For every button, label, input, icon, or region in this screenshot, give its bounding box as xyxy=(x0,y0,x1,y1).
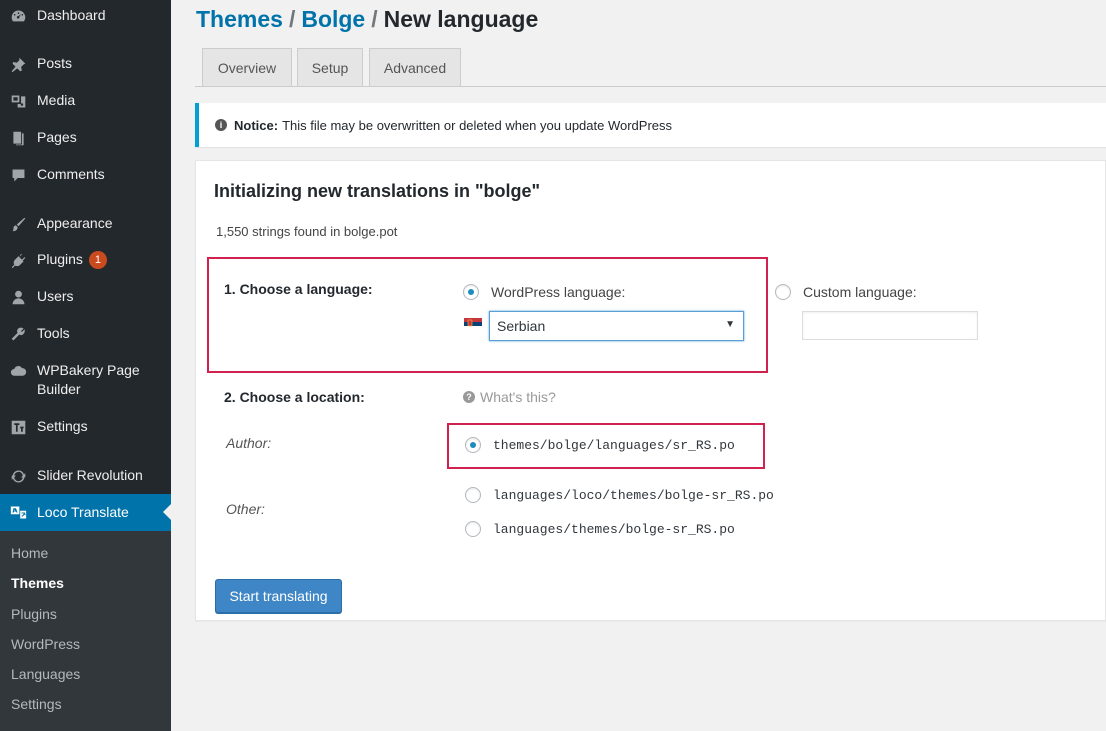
wordpress-language-option[interactable]: WordPress language: xyxy=(463,284,625,300)
notice-title: Notice: xyxy=(234,117,279,133)
sidebar-item-label: Posts xyxy=(37,55,73,71)
wordpress-language-radio[interactable] xyxy=(463,284,479,300)
sidebar-item-appearance[interactable]: Appearance xyxy=(0,214,171,234)
sidebar-item-label: Settings xyxy=(37,418,88,434)
submenu-item-settings[interactable]: Settings xyxy=(11,696,62,712)
sidebar-item-label: Appearance xyxy=(37,215,113,231)
location-path: themes/bolge/languages/sr_RS.po xyxy=(493,437,735,453)
wordpress-language-label: WordPress language: xyxy=(491,284,626,300)
brush-icon xyxy=(8,214,28,234)
tab-advanced[interactable]: Advanced xyxy=(369,48,461,87)
submenu-item-plugins[interactable]: Plugins xyxy=(11,606,57,622)
whats-this-link[interactable]: ? What's this? xyxy=(463,389,556,405)
main-content: Themes / Bolge / New language Overview Setup… xyxy=(171,0,1106,731)
settings-icon xyxy=(8,417,28,437)
sidebar-item-label: Slider Revolution xyxy=(37,467,143,483)
custom-language-radio[interactable] xyxy=(775,284,791,300)
sidebar-item-label: Media xyxy=(37,92,76,108)
sidebar-item-media[interactable]: Media xyxy=(0,91,171,111)
new-language-panel: Initializing new translations in "bolge"… xyxy=(195,160,1106,621)
refresh-icon xyxy=(8,466,28,486)
pages-icon xyxy=(8,128,28,148)
choose-location-label: 2. Choose a location: xyxy=(224,389,365,405)
media-icon xyxy=(8,91,28,111)
location-radio-languages[interactable] xyxy=(465,521,481,537)
tab-overview[interactable]: Overview xyxy=(202,48,292,87)
panel-heading: Initializing new translations in "bolge" xyxy=(214,181,541,201)
submenu-item-themes[interactable]: Themes xyxy=(11,575,64,591)
cloud-icon xyxy=(8,361,28,381)
language-select-value: Serbian xyxy=(497,318,546,334)
strings-found-text: 1,550 strings found in bolge.pot xyxy=(216,224,398,239)
sidebar-item-wpbakery[interactable]: WPBakery Page Builder xyxy=(0,361,171,399)
help-icon: ? xyxy=(463,391,475,403)
choose-language-label: 1. Choose a language: xyxy=(224,281,373,297)
info-icon: i xyxy=(215,119,227,131)
page-title: Themes / Bolge / New language xyxy=(196,6,538,33)
wrench-icon xyxy=(8,324,28,344)
active-indicator xyxy=(163,504,171,520)
sidebar-item-dashboard[interactable]: Dashboard xyxy=(0,6,171,26)
sidebar-item-label: Pages xyxy=(37,129,77,145)
pin-icon xyxy=(8,54,28,74)
other-label: Other: xyxy=(226,501,265,517)
sidebar-item-posts[interactable]: Posts xyxy=(0,54,171,74)
sidebar-item-label: WPBakery Page Builder xyxy=(37,362,140,397)
sidebar-item-users[interactable]: Users xyxy=(0,287,171,307)
submenu-item-home[interactable]: Home xyxy=(11,545,48,561)
sidebar-item-label: Comments xyxy=(37,166,105,182)
chevron-down-icon: ▼ xyxy=(725,319,735,330)
start-translating-button[interactable]: Start translating xyxy=(215,579,342,613)
location-path: languages/loco/themes/bolge-sr_RS.po xyxy=(493,487,774,503)
sidebar-item-comments[interactable]: Comments xyxy=(0,165,171,185)
sidebar-item-settings[interactable]: Settings xyxy=(0,417,171,437)
whats-this-text: What's this? xyxy=(480,389,556,405)
submenu-item-languages[interactable]: Languages xyxy=(11,666,80,682)
breadcrumb-bolge[interactable]: Bolge xyxy=(301,6,365,32)
notice-text: This file may be overwritten or deleted … xyxy=(282,117,673,133)
location-option-loco[interactable]: languages/loco/themes/bolge-sr_RS.po xyxy=(465,487,774,503)
comment-icon xyxy=(8,165,28,185)
tab-setup[interactable]: Setup xyxy=(297,48,363,87)
breadcrumb-separator: / xyxy=(371,6,378,32)
sidebar-item-tools[interactable]: Tools xyxy=(0,324,171,344)
dashboard-icon xyxy=(8,6,28,26)
location-radio-author[interactable] xyxy=(465,437,481,453)
custom-language-input[interactable] xyxy=(802,311,978,340)
language-select[interactable]: Serbian ▼ xyxy=(489,311,744,341)
sidebar-item-label: Loco Translate xyxy=(37,504,129,520)
sidebar-item-label: Plugins 1 xyxy=(37,250,107,270)
location-option-languages[interactable]: languages/themes/bolge-sr_RS.po xyxy=(465,521,735,537)
author-label: Author: xyxy=(226,435,272,451)
plugin-update-badge: 1 xyxy=(88,251,107,270)
sidebar-item-plugins[interactable]: Plugins 1 xyxy=(0,250,171,270)
location-option-author[interactable]: themes/bolge/languages/sr_RS.po xyxy=(465,437,735,453)
plug-icon xyxy=(8,250,28,270)
translate-icon xyxy=(8,503,28,523)
submenu-item-wordpress[interactable]: WordPress xyxy=(11,636,80,652)
sidebar-item-slider-revolution[interactable]: Slider Revolution xyxy=(0,466,171,486)
tabs-divider xyxy=(195,86,1106,87)
sidebar-item-label: Tools xyxy=(37,325,70,341)
location-path: languages/themes/bolge-sr_RS.po xyxy=(493,521,735,537)
sidebar-item-label: Users xyxy=(37,288,74,304)
breadcrumb-current: New language xyxy=(383,6,539,32)
breadcrumb-themes[interactable]: Themes xyxy=(196,6,283,32)
user-icon xyxy=(8,287,28,307)
notice-banner: i Notice: This file may be overwritten o… xyxy=(195,103,1106,147)
custom-language-option[interactable]: Custom language: xyxy=(775,284,917,300)
loco-submenu: Home Themes Plugins WordPress Languages … xyxy=(0,531,171,731)
sidebar-item-label: Dashboard xyxy=(37,7,106,23)
location-radio-loco[interactable] xyxy=(465,487,481,503)
custom-language-label: Custom language: xyxy=(803,284,917,300)
breadcrumb-separator: / xyxy=(288,6,296,32)
sidebar-item-loco-translate[interactable]: Loco Translate xyxy=(0,494,171,531)
serbian-flag-icon xyxy=(464,318,482,330)
sidebar-item-pages[interactable]: Pages xyxy=(0,128,171,148)
admin-sidebar: Dashboard Posts Media Pages Comments App… xyxy=(0,0,171,731)
